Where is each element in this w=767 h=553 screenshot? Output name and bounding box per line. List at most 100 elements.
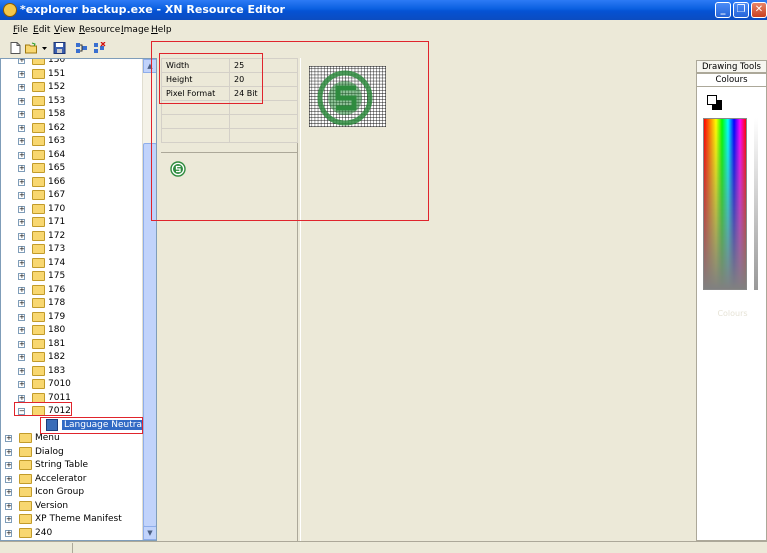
- expand-icon[interactable]: +: [18, 394, 25, 402]
- resource-tree[interactable]: +150 +151 +152 +153 +158 +162 +163 +164 +165 +166…: [0, 58, 157, 541]
- menu-file[interactable]: File: [13, 25, 28, 35]
- tree-item-bitmap[interactable]: +150: [1, 59, 143, 67]
- expand-icon[interactable]: +: [18, 84, 25, 91]
- expand-icon[interactable]: +: [18, 300, 25, 307]
- menu-view[interactable]: View: [54, 25, 75, 35]
- tree-item-bitmap[interactable]: +172: [1, 230, 143, 243]
- minimize-button[interactable]: _: [715, 2, 731, 18]
- expand-icon[interactable]: +: [5, 475, 12, 483]
- expand-icon[interactable]: +: [18, 151, 25, 159]
- folder-icon: [32, 338, 45, 349]
- app-icon[interactable]: [3, 3, 17, 17]
- expand-icon[interactable]: +: [18, 205, 25, 213]
- expand-icon[interactable]: +: [18, 286, 25, 294]
- expand-icon[interactable]: +: [5, 516, 12, 523]
- open-folder-icon[interactable]: [25, 42, 38, 54]
- expand-icon[interactable]: +: [18, 165, 25, 172]
- expand-icon[interactable]: +: [18, 313, 25, 321]
- folder-icon: [32, 298, 45, 308]
- tree-item-bitmap[interactable]: +173: [1, 243, 143, 256]
- tree-item-bitmap[interactable]: +176: [1, 284, 143, 297]
- expand-icon[interactable]: +: [5, 502, 12, 510]
- expand-icon[interactable]: +: [18, 354, 25, 361]
- tree-item-root[interactable]: + Icon Group: [1, 486, 143, 499]
- tree-item-bitmap[interactable]: +181: [1, 338, 143, 351]
- save-icon[interactable]: [53, 42, 66, 54]
- tree-item-bitmap[interactable]: +174: [1, 257, 143, 270]
- tree-item-bitmap[interactable]: +158: [1, 108, 143, 121]
- tree-item-bitmap[interactable]: +167: [1, 189, 143, 202]
- tree-item-bitmap[interactable]: +162: [1, 122, 143, 135]
- tree-item-bitmap[interactable]: +182: [1, 351, 143, 364]
- folder-icon: [32, 244, 45, 254]
- tree-item-label: 167: [48, 190, 66, 200]
- colour-picker[interactable]: Colours: [696, 86, 767, 541]
- folder-icon: [19, 500, 32, 511]
- expand-icon[interactable]: +: [5, 435, 12, 442]
- expand-icon[interactable]: +: [5, 489, 12, 496]
- scroll-down-icon[interactable]: ▼: [143, 526, 156, 540]
- window-title: *explorer backup.exe - XN Resource Edito…: [20, 3, 285, 16]
- expand-icon[interactable]: +: [18, 232, 25, 240]
- tree-item-bitmap[interactable]: +164: [1, 149, 143, 162]
- menu-image[interactable]: Image: [121, 25, 149, 35]
- expand-icon[interactable]: +: [18, 111, 25, 118]
- expand-icon[interactable]: +: [18, 340, 25, 348]
- delete-resource-icon[interactable]: [93, 42, 106, 54]
- tab-drawing-tools[interactable]: Drawing Tools: [696, 60, 767, 73]
- tree-item-root[interactable]: + Dialog: [1, 446, 143, 459]
- expand-icon[interactable]: +: [18, 97, 25, 105]
- expand-icon[interactable]: +: [18, 219, 25, 226]
- tree-item-bitmap[interactable]: +163: [1, 135, 143, 148]
- tree-item-root[interactable]: +240: [1, 527, 143, 540]
- tree-item-bitmap[interactable]: +166: [1, 176, 143, 189]
- tree-item-bitmap[interactable]: +165: [1, 162, 143, 175]
- foreground-color-swatch[interactable]: [707, 95, 717, 105]
- expand-icon[interactable]: +: [18, 59, 25, 64]
- expand-icon[interactable]: +: [18, 124, 25, 132]
- expand-icon[interactable]: +: [18, 259, 25, 267]
- add-resource-icon[interactable]: [75, 42, 88, 54]
- tree-item-bitmap[interactable]: +175: [1, 270, 143, 283]
- menu-edit[interactable]: Edit: [33, 25, 50, 35]
- tree-item-bitmap[interactable]: +180: [1, 324, 143, 337]
- menu-help[interactable]: Help: [151, 25, 172, 35]
- folder-icon: [19, 473, 32, 484]
- tree-item-bitmap[interactable]: +170: [1, 203, 143, 216]
- tree-item-root[interactable]: + Accelerator: [1, 473, 143, 486]
- tree-item-bitmap[interactable]: +179: [1, 311, 143, 324]
- tree-item-bitmap[interactable]: +171: [1, 216, 143, 229]
- expand-icon[interactable]: +: [18, 178, 25, 186]
- expand-icon[interactable]: +: [18, 246, 25, 253]
- expand-icon[interactable]: +: [18, 273, 25, 280]
- tree-item-bitmap[interactable]: +153: [1, 95, 143, 108]
- dropdown-arrow-icon[interactable]: [41, 42, 48, 54]
- expand-icon[interactable]: +: [5, 462, 12, 469]
- tree-item-label: XP Theme Manifest: [35, 514, 122, 524]
- expand-icon[interactable]: +: [18, 327, 25, 334]
- foreground-background-swatch[interactable]: [707, 95, 723, 111]
- expand-icon[interactable]: +: [5, 529, 12, 537]
- expand-icon[interactable]: +: [5, 448, 12, 456]
- menu-resource[interactable]: Resource: [79, 25, 120, 35]
- tree-item-bitmap[interactable]: +151: [1, 68, 143, 81]
- tree-item-root[interactable]: + XP Theme Manifest: [1, 513, 143, 526]
- tree-item-bitmap[interactable]: +178: [1, 297, 143, 310]
- colour-spectrum[interactable]: [703, 118, 747, 290]
- tree-item-bitmap[interactable]: +152: [1, 81, 143, 94]
- brightness-slider[interactable]: [754, 118, 758, 290]
- tab-colours[interactable]: Colours: [696, 73, 767, 86]
- expand-icon[interactable]: +: [18, 70, 25, 78]
- tree-item-bitmap[interactable]: +7010: [1, 378, 143, 391]
- tree-item-label: 240: [35, 527, 53, 538]
- expand-icon[interactable]: +: [18, 138, 25, 145]
- tree-item-bitmap[interactable]: +183: [1, 365, 143, 378]
- tree-item-root[interactable]: + Version: [1, 500, 143, 513]
- expand-icon[interactable]: +: [18, 367, 25, 375]
- tree-item-root[interactable]: + String Table: [1, 459, 143, 472]
- close-button[interactable]: ✕: [751, 2, 767, 18]
- expand-icon[interactable]: +: [18, 381, 25, 388]
- maximize-button[interactable]: ❐: [733, 2, 749, 18]
- expand-icon[interactable]: +: [18, 192, 25, 199]
- new-file-icon[interactable]: [9, 42, 22, 54]
